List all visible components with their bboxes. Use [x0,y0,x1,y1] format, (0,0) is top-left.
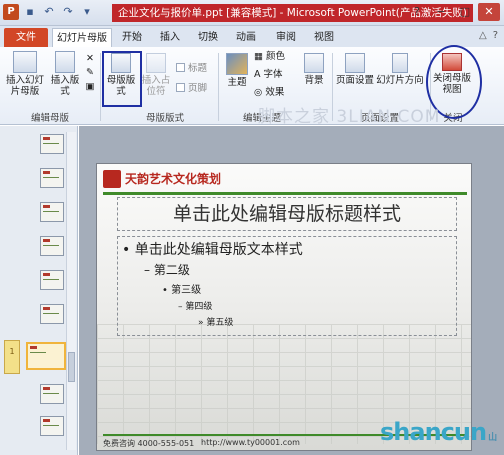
ribbon-minimize-icon[interactable]: △ [479,30,487,41]
slide-orientation-button[interactable]: 幻灯片方向 [374,53,426,86]
tab-animations[interactable]: 动画 [230,28,262,47]
window-controls: ? − □ ✕ [406,3,500,21]
colors-icon: ▦ [254,51,263,62]
group-separator [100,53,101,121]
minimize-button[interactable]: − [430,3,452,21]
slide-orientation-icon [392,53,408,73]
insert-master-icon [13,51,37,73]
insert-master-button[interactable]: 插入幻灯片母版 [4,51,46,97]
background-icon [304,53,324,73]
tab-transitions[interactable]: 切换 [192,28,224,47]
fonts-icon: A [254,69,261,80]
help-icon[interactable]: ? [493,30,498,41]
delete-icon[interactable]: ✕ [84,53,96,64]
thumbnail[interactable] [40,202,64,222]
selected-slide-marker: 1 [4,340,20,374]
rename-icon[interactable]: ✎ [84,67,96,78]
help-button[interactable]: ? [406,3,428,21]
effects-icon: ◎ [254,87,263,98]
tab-review[interactable]: 审阅 [270,28,302,47]
thumbnail[interactable] [40,304,64,324]
thumbnail[interactable] [40,270,64,290]
insert-layout-button[interactable]: 插入版式 [48,51,82,97]
body-placeholder[interactable]: • 单击此处编辑母版文本样式 – 第二级 • 第三级 – 第四级 » 第五级 [117,236,457,336]
themes-icon [226,53,248,75]
scrollbar-thumb[interactable] [68,352,75,382]
customize-icon[interactable]: ▾ [79,4,95,20]
title-placeholder[interactable]: 单击此处编辑母版标题样式 [117,197,457,231]
text-level-1: • 单击此处编辑母版文本样式 [122,242,303,258]
ribbon-options: △ ? [479,30,498,41]
tab-file[interactable]: 文件 [4,28,48,47]
group-master-layout-label: 母版版式 [145,113,184,124]
text-level-5: » 第五级 [198,318,234,328]
page-setup-icon [345,53,365,73]
thumbnail-selected[interactable] [26,342,66,370]
title-checkbox[interactable]: 标题 [176,60,207,74]
highlight-master-layout [102,51,142,107]
footer-checkbox-box [176,82,185,92]
maximize-button[interactable]: □ [454,3,476,21]
fonts-button[interactable]: A 字体 [254,69,294,80]
background-button[interactable]: 背景 [300,53,328,86]
text-level-4: – 第四级 [178,302,213,312]
thumbnail[interactable] [40,384,64,404]
page-setup-button[interactable]: 页面设置 [336,53,374,86]
text-level-3: • 第三级 [162,285,202,296]
tab-slide-master[interactable]: 幻灯片母版 [52,28,112,47]
undo-icon[interactable]: ↶ [41,4,57,20]
thumbnail[interactable] [40,236,64,256]
brand-name: 天韵艺术文化策划 [125,172,222,186]
powerpoint-icon[interactable]: P [3,4,19,20]
insert-layout-icon [55,51,75,73]
thumbnail-scrollbar[interactable] [66,132,76,450]
quick-access-toolbar: P ▪ ↶ ↷ ▾ [3,4,95,20]
thumbnail[interactable] [40,168,64,188]
title-checkbox-box [176,62,185,72]
tab-view[interactable]: 视图 [308,28,340,47]
save-icon[interactable]: ▪ [22,4,38,20]
site-watermark: 脚本之家 3LIAN.COM [258,107,441,127]
tab-home[interactable]: 开始 [116,28,148,47]
colors-button[interactable]: ▦ 颜色 [254,51,294,62]
footer-phone: 免费咨询 4000-555-051 [103,439,195,448]
title-bar: P ▪ ↶ ↷ ▾ 企业文化与报价单.ppt [兼容模式] - Microsof… [0,0,504,26]
effects-button[interactable]: ◎ 效果 [254,87,294,98]
shancun-watermark: shancun山村 [380,418,497,446]
header-divider [103,192,467,195]
footer-url: http://www.ty00001.com [201,438,300,447]
ribbon: 插入幻灯片母版 插入版式 ✕ ✎ ▣ 编辑母版 母版版式 插入占位符 标题 页脚… [0,45,504,127]
insert-placeholder-button[interactable]: 插入占位符 [140,53,172,97]
footer-checkbox[interactable]: 页脚 [176,80,207,94]
redo-icon[interactable]: ↷ [60,4,76,20]
thumbnail[interactable] [40,134,64,154]
ribbon-tabs: 文件 幻灯片母版 开始 插入 切换 动画 审阅 视图 △ ? [0,26,504,47]
preserve-icon[interactable]: ▣ [84,81,96,92]
master-slide[interactable]: 天韵艺术文化策划 单击此处编辑母版标题样式 • 单击此处编辑母版文本样式 – 第… [96,163,472,451]
text-level-2: – 第二级 [144,263,190,277]
insert-placeholder-icon [146,53,166,73]
tab-insert[interactable]: 插入 [154,28,186,47]
themes-button[interactable]: 主题 [224,53,250,88]
group-separator [218,53,219,121]
group-edit-master-label: 编辑母版 [30,113,69,124]
thumbnail[interactable] [40,416,64,436]
close-button[interactable]: ✕ [478,3,500,21]
brand-logo-icon [103,170,121,188]
